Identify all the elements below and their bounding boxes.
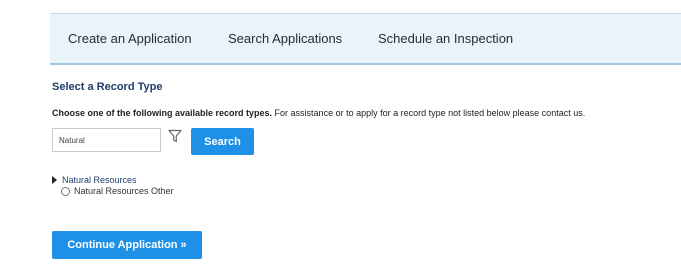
tab-schedule-inspection[interactable]: Schedule an Inspection	[378, 31, 513, 46]
section-title: Select a Record Type	[52, 81, 163, 93]
instructions-bold: Choose one of the following available re…	[52, 108, 273, 118]
tab-create-application[interactable]: Create an Application	[68, 31, 192, 46]
group-title[interactable]: Natural Resources	[62, 175, 137, 185]
filter-icon[interactable]	[168, 129, 182, 143]
record-type-option[interactable]: Natural Resources Other	[61, 186, 174, 196]
tab-search-applications[interactable]: Search Applications	[228, 31, 342, 46]
search-input[interactable]	[52, 128, 161, 152]
search-button[interactable]: Search	[191, 128, 254, 155]
radio-button[interactable]	[61, 186, 70, 196]
option-label[interactable]: Natural Resources Other	[74, 186, 174, 196]
navigation-tabbar: Create an Application Search Application…	[50, 13, 681, 65]
instructions-rest: For assistance or to apply for a record …	[272, 108, 586, 118]
instructions-text: Choose one of the following available re…	[52, 108, 585, 118]
expand-arrow-icon[interactable]	[52, 175, 57, 184]
continue-application-button[interactable]: Continue Application »	[52, 231, 202, 259]
